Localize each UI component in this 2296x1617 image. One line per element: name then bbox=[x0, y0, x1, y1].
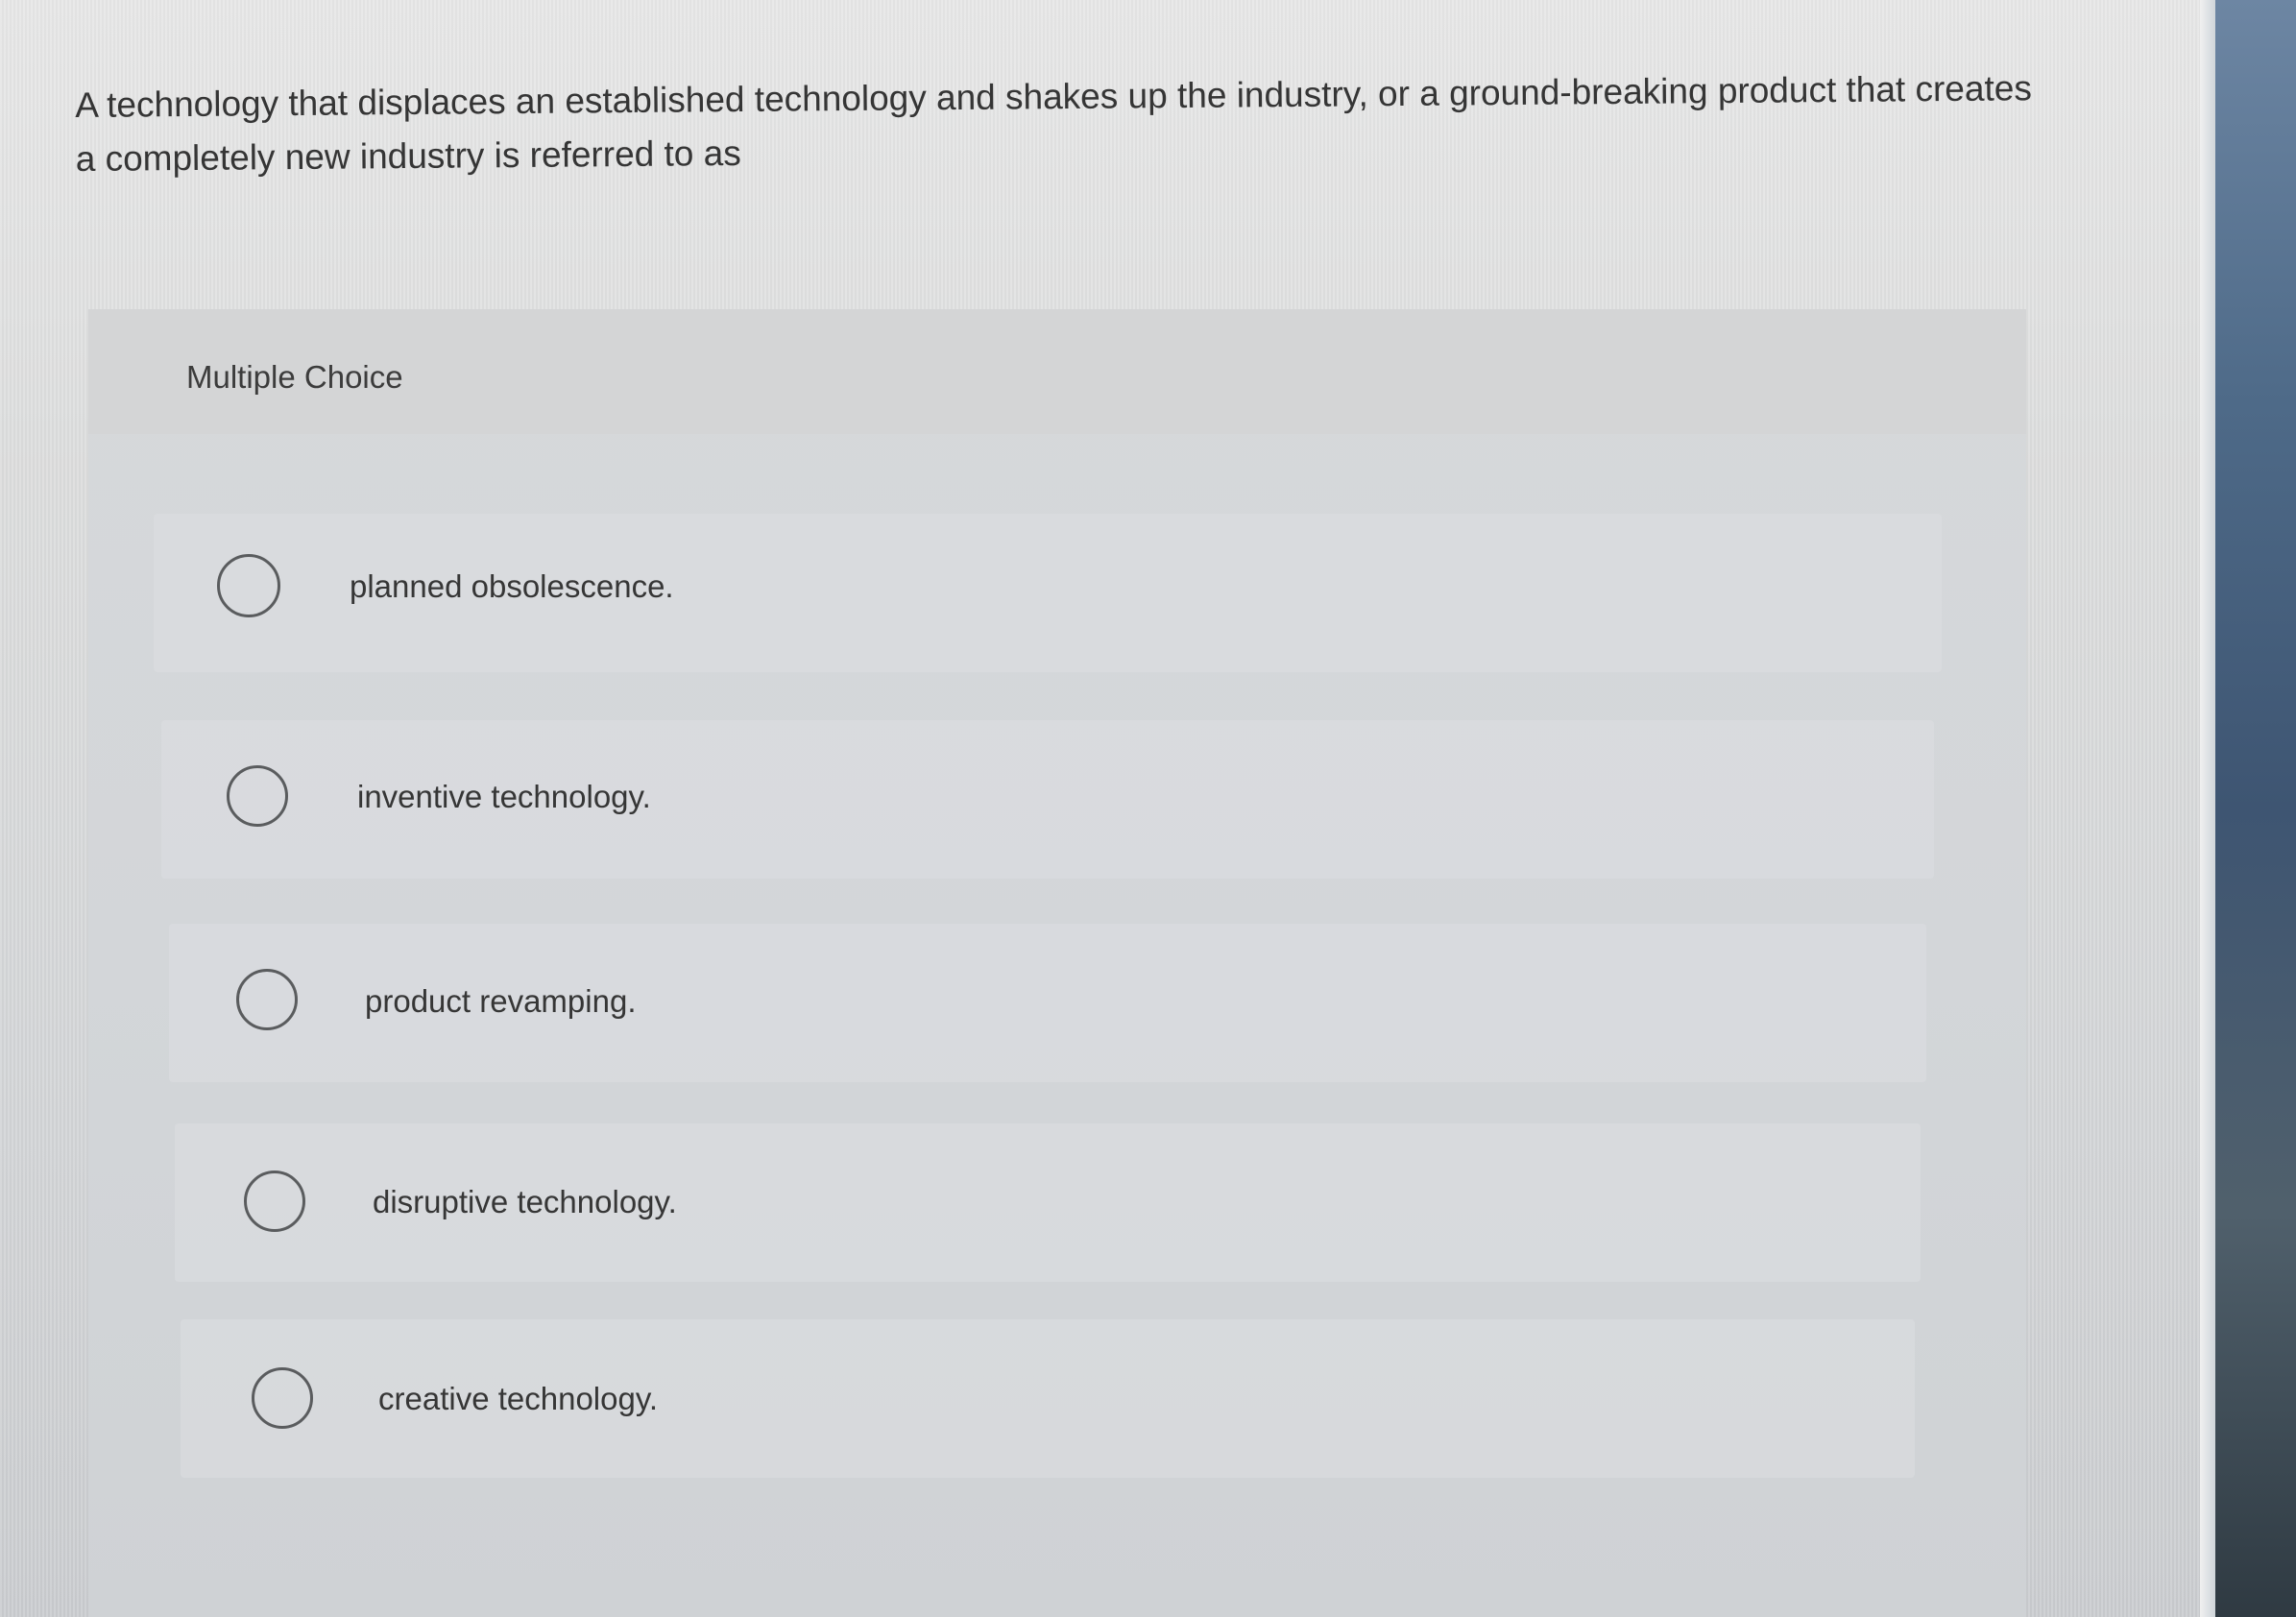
option-label: disruptive technology. bbox=[373, 1184, 677, 1219]
option-creative-technology[interactable]: creative technology. bbox=[181, 1319, 1915, 1478]
radio-button[interactable] bbox=[236, 969, 298, 1030]
screen: A technology that displaces an establish… bbox=[0, 0, 2296, 1617]
panel-title: Multiple Choice bbox=[186, 359, 403, 395]
radio-button[interactable] bbox=[227, 765, 288, 827]
option-inventive-technology[interactable]: inventive technology. bbox=[161, 720, 1934, 879]
question-text: A technology that displaces an establish… bbox=[75, 68, 2033, 179]
option-label: inventive technology. bbox=[357, 779, 651, 814]
radio-button[interactable] bbox=[217, 554, 280, 617]
radio-button[interactable] bbox=[244, 1171, 305, 1232]
monitor-edge bbox=[2200, 0, 2296, 1617]
option-label: planned obsolescence. bbox=[350, 568, 674, 604]
radio-button[interactable] bbox=[252, 1367, 313, 1429]
option-label: creative technology. bbox=[378, 1381, 659, 1416]
option-product-revamping[interactable]: product revamping. bbox=[169, 924, 1926, 1082]
option-label: product revamping. bbox=[365, 983, 637, 1019]
option-disruptive-technology[interactable]: disruptive technology. bbox=[175, 1123, 1921, 1282]
option-planned-obsolescence[interactable]: planned obsolescence. bbox=[154, 514, 1942, 672]
panel-header: Multiple Choice bbox=[88, 309, 2026, 434]
